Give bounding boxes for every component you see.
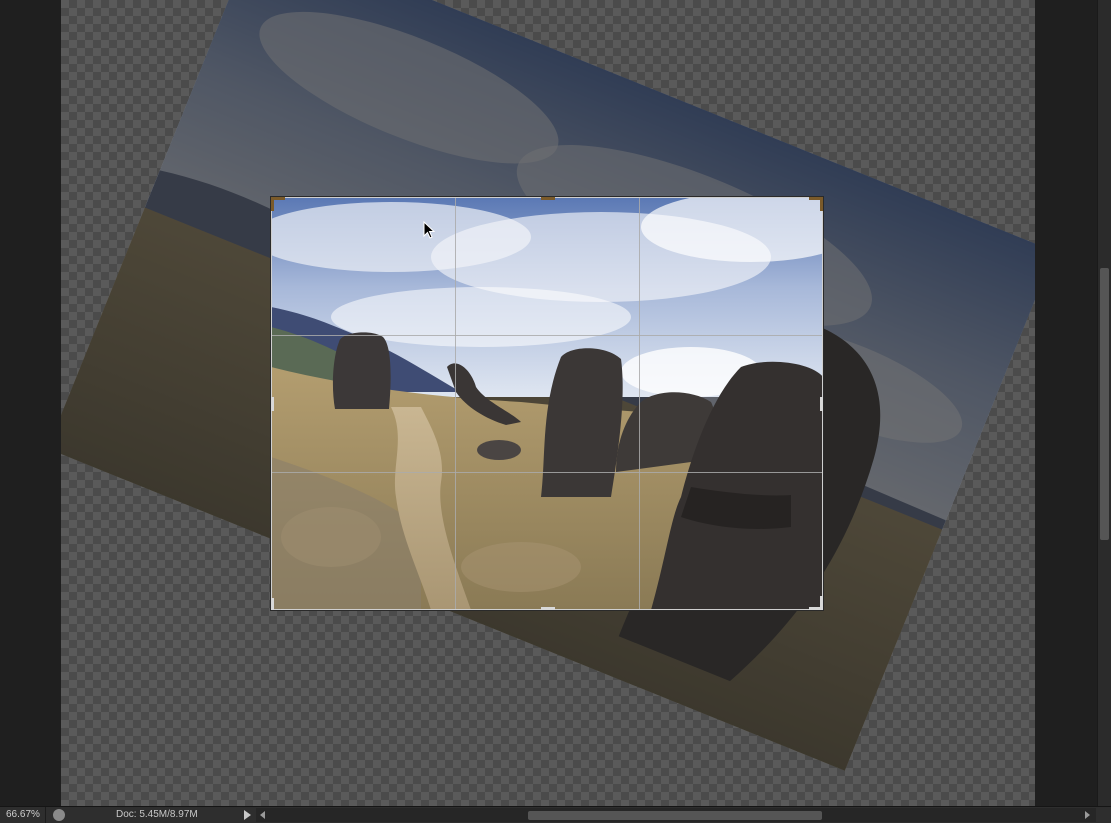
- document-canvas[interactable]: [61, 0, 1035, 806]
- vertical-scrollbar[interactable]: [1097, 0, 1111, 806]
- crop-selection[interactable]: [271, 197, 823, 610]
- workspace-right-gutter: [1035, 0, 1097, 806]
- crop-handle-left-middle[interactable]: [271, 397, 274, 411]
- crop-handle-bottom-right-v[interactable]: [820, 596, 823, 610]
- photoshop-workspace: 66.67% Doc: 5.45M/8.97M: [0, 0, 1111, 823]
- document-size-info: Doc: 5.45M/8.97M: [116, 809, 198, 820]
- horizontal-scrollbar-thumb[interactable]: [528, 811, 822, 820]
- arrow-cursor-icon: [423, 221, 436, 239]
- play-arrow-icon[interactable]: [244, 810, 251, 820]
- photoshop-status-icon[interactable]: [53, 809, 65, 821]
- crop-handle-top-left-v[interactable]: [271, 197, 274, 211]
- crop-handle-top-right-v[interactable]: [820, 197, 823, 211]
- horizontal-scrollbar[interactable]: [256, 808, 1096, 822]
- vertical-scrollbar-thumb[interactable]: [1100, 268, 1109, 540]
- scroll-left-arrow-icon[interactable]: [260, 811, 265, 819]
- status-bar: 66.67% Doc: 5.45M/8.97M: [0, 806, 1111, 823]
- scroll-right-arrow-icon[interactable]: [1085, 811, 1090, 819]
- workspace-left-gutter: [0, 0, 61, 806]
- crop-handle-bottom-left[interactable]: [271, 598, 274, 610]
- crop-handle-right-middle[interactable]: [820, 397, 823, 411]
- crop-handle-top-middle[interactable]: [541, 197, 555, 200]
- crop-border: [271, 197, 823, 610]
- zoom-level-field[interactable]: 66.67%: [0, 807, 46, 823]
- crop-handle-bottom-middle[interactable]: [541, 607, 555, 610]
